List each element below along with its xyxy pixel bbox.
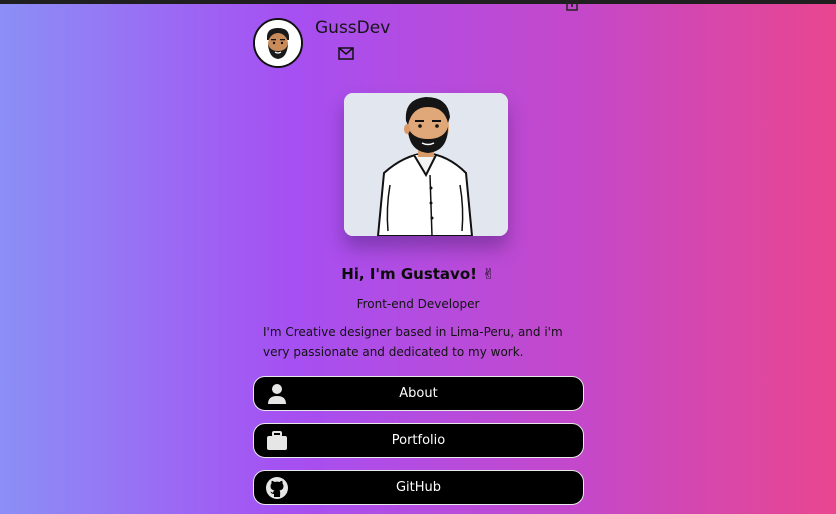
briefcase-icon [267, 431, 287, 450]
github-label: GitHub [395, 480, 442, 495]
portfolio-button[interactable]: Portfolio [253, 423, 584, 458]
mail-icon[interactable] [338, 47, 354, 60]
greeting-text: Hi, I'm Gustavo! [341, 265, 477, 283]
greeting-heading: Hi, I'm Gustavo! ✌ [0, 265, 836, 283]
role-subtitle: Front-end Developer [356, 297, 480, 311]
avatar[interactable] [253, 18, 303, 68]
github-button[interactable]: GitHub [253, 470, 584, 505]
about-label: About [399, 386, 438, 401]
portfolio-label: Portfolio [391, 433, 446, 448]
brand-name[interactable]: GussDev [315, 18, 390, 38]
bio-text: I'm Creative designer based in Lima-Peru… [263, 325, 563, 359]
victory-hand-emoji: ✌ [482, 265, 495, 283]
profile-illustration [344, 93, 508, 236]
user-icon [268, 384, 286, 404]
top-bar [0, 0, 836, 4]
info-icon[interactable] [566, 0, 578, 12]
github-icon [266, 477, 288, 499]
about-button[interactable]: About [253, 376, 584, 411]
